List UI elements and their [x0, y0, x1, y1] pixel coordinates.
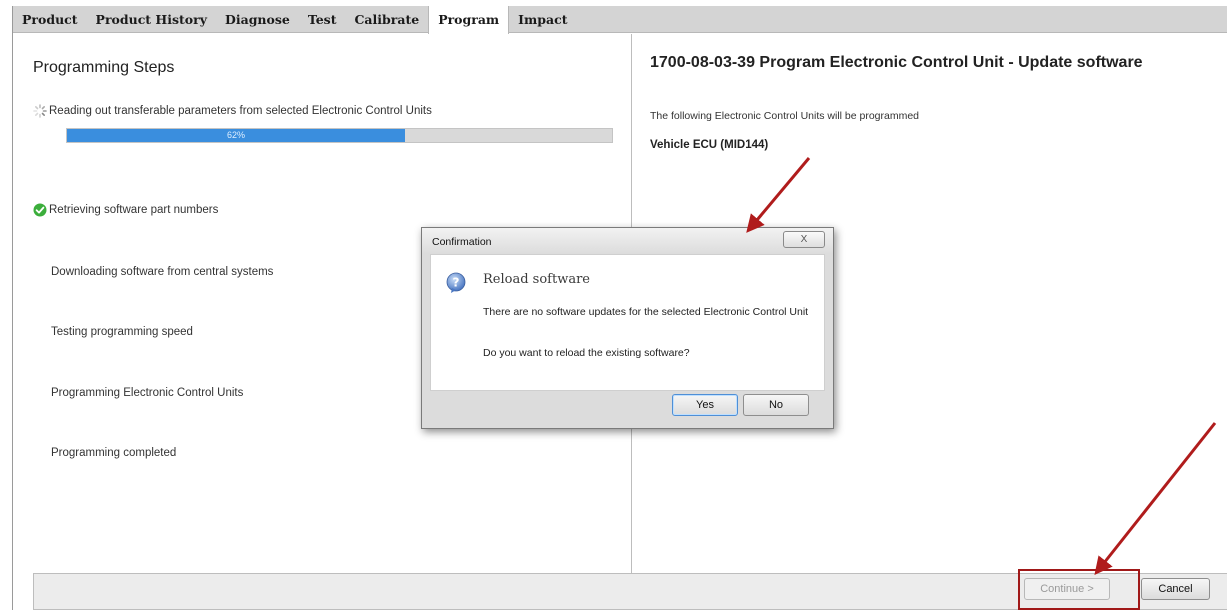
step-label: Retrieving software part numbers — [49, 204, 219, 216]
confirmation-dialog: Confirmation X ? Reload software There a… — [421, 227, 834, 429]
main-tab-bar: Product Product History Diagnose Test Ca… — [13, 6, 1227, 34]
tab-calibrate[interactable]: Calibrate — [345, 6, 428, 33]
dialog-close-button[interactable]: X — [783, 231, 825, 248]
dialog-heading: Reload software — [483, 272, 590, 287]
close-icon: X — [800, 234, 808, 245]
step-label: Reading out transferable parameters from… — [49, 105, 432, 117]
tab-product-history[interactable]: Product History — [87, 6, 216, 33]
svg-text:?: ? — [453, 276, 460, 290]
cancel-button[interactable]: Cancel — [1141, 578, 1210, 600]
step-programming-completed: Programming completed — [51, 447, 177, 459]
operation-title: 1700-08-03-39 Program Electronic Control… — [650, 54, 1143, 71]
progress-percent: 62% — [226, 130, 245, 140]
step-downloading-software: Downloading software from central system… — [51, 266, 274, 278]
tab-test[interactable]: Test — [299, 6, 346, 33]
step-programming-ecus: Programming Electronic Control Units — [51, 387, 244, 399]
check-circle-icon — [33, 203, 47, 217]
tab-program[interactable]: Program — [428, 6, 510, 34]
dialog-body: ? Reload software There are no software … — [430, 254, 825, 391]
steps-title: Programming Steps — [33, 59, 175, 76]
dialog-message: There are no software updates for the se… — [483, 306, 809, 318]
no-button[interactable]: No — [743, 394, 809, 416]
question-icon: ? — [445, 272, 467, 294]
step-testing-speed: Testing programming speed — [51, 326, 193, 338]
spinner-icon — [33, 104, 47, 118]
dialog-titlebar: Confirmation X — [422, 228, 833, 254]
continue-highlight-box — [1018, 569, 1140, 610]
progress-bar: 62% — [66, 128, 613, 143]
ecu-name: Vehicle ECU (MID144) — [650, 139, 769, 151]
step-retrieving-part-numbers: Retrieving software part numbers — [33, 203, 218, 217]
tab-impact[interactable]: Impact — [509, 6, 576, 33]
yes-button[interactable]: Yes — [672, 394, 738, 416]
tab-diagnose[interactable]: Diagnose — [216, 6, 299, 33]
dialog-title: Confirmation — [432, 236, 492, 248]
dialog-question: Do you want to reload the existing softw… — [483, 347, 690, 359]
ecu-list-caption: The following Electronic Control Units w… — [650, 110, 920, 122]
step-reading-parameters: Reading out transferable parameters from… — [33, 104, 432, 118]
tab-product[interactable]: Product — [13, 6, 87, 33]
